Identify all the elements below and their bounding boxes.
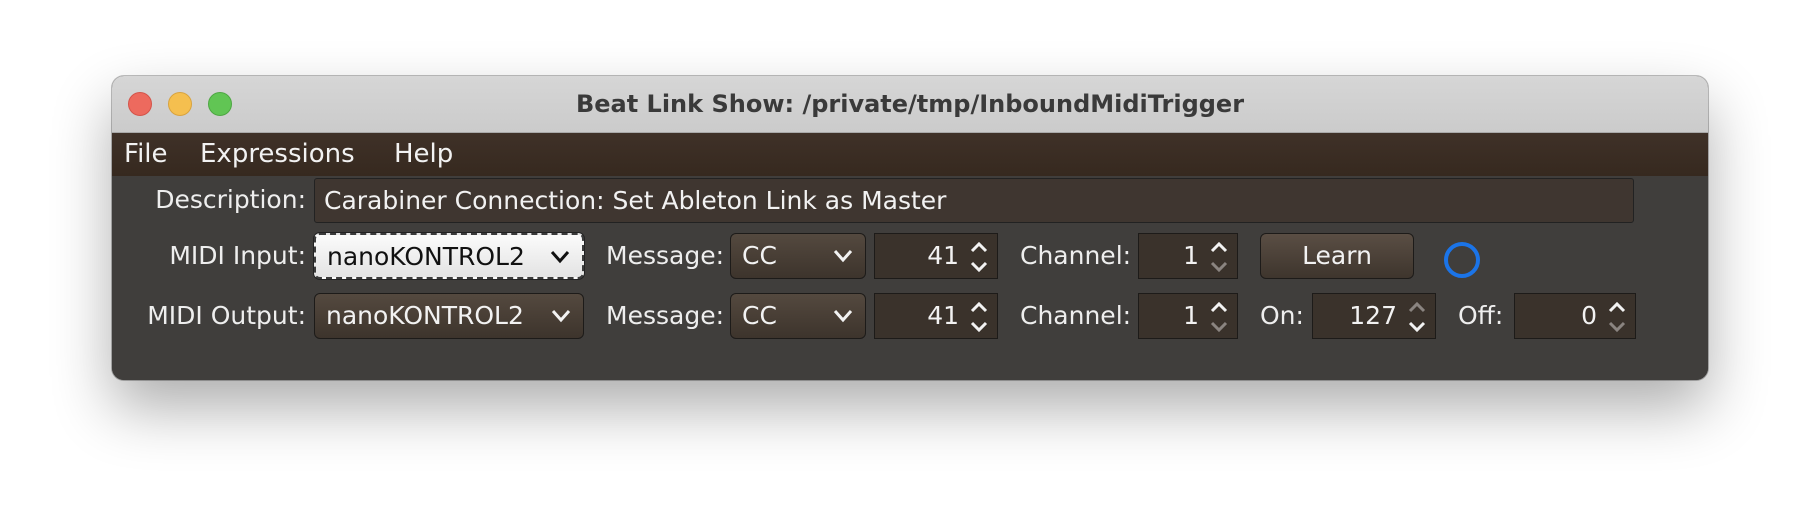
on-value: 127 xyxy=(1349,301,1397,330)
description-label: Description: xyxy=(155,185,306,214)
spinner-arrows-icon[interactable] xyxy=(967,238,991,276)
trigger-form: Description: Carabiner Connection: Set A… xyxy=(112,176,1708,380)
input-number-value: 41 xyxy=(927,241,959,270)
window-title: Beat Link Show: /private/tmp/InboundMidi… xyxy=(575,90,1245,118)
off-label: Off: xyxy=(1458,301,1504,330)
spinner-arrows-icon[interactable] xyxy=(1405,298,1429,336)
output-number-spinner[interactable]: 41 xyxy=(874,293,998,339)
spinner-arrows-icon[interactable] xyxy=(1605,298,1629,336)
menu-file[interactable]: File xyxy=(124,133,168,176)
status-indicator-icon xyxy=(1444,242,1480,278)
output-channel-spinner[interactable]: 1 xyxy=(1138,293,1238,339)
spinner-arrows-icon[interactable] xyxy=(1207,238,1231,276)
input-channel-spinner[interactable]: 1 xyxy=(1138,233,1238,279)
input-number-spinner[interactable]: 41 xyxy=(874,233,998,279)
chevron-down-icon xyxy=(550,251,570,264)
midi-input-select[interactable]: nanoKONTROL2 xyxy=(314,233,584,279)
input-channel-label: Channel: xyxy=(1020,241,1132,270)
midi-input-label: MIDI Input: xyxy=(169,241,306,270)
spinner-arrows-icon[interactable] xyxy=(1207,298,1231,336)
input-message-select[interactable]: CC xyxy=(730,233,866,279)
chevron-down-icon xyxy=(551,310,571,323)
chevron-down-icon xyxy=(833,250,853,263)
chevron-down-icon xyxy=(833,310,853,323)
output-message-select[interactable]: CC xyxy=(730,293,866,339)
input-message-label: Message: xyxy=(606,241,724,270)
output-number-value: 41 xyxy=(927,301,959,330)
output-message-label: Message: xyxy=(606,301,724,330)
midi-output-value: nanoKONTROL2 xyxy=(326,301,524,330)
input-message-value: CC xyxy=(742,241,777,270)
learn-button[interactable]: Learn xyxy=(1260,233,1414,279)
description-field[interactable]: Carabiner Connection: Set Ableton Link a… xyxy=(314,178,1634,223)
off-value: 0 xyxy=(1581,301,1597,330)
menu-expressions[interactable]: Expressions xyxy=(200,133,355,176)
midi-input-value: nanoKONTROL2 xyxy=(327,242,525,271)
midi-output-select[interactable]: nanoKONTROL2 xyxy=(314,293,584,339)
off-value-spinner[interactable]: 0 xyxy=(1514,293,1636,339)
input-channel-value: 1 xyxy=(1183,241,1199,270)
menu-bar: File Expressions Help xyxy=(112,133,1708,176)
output-message-value: CC xyxy=(742,301,777,330)
menu-help[interactable]: Help xyxy=(394,133,453,176)
app-window: Beat Link Show: /private/tmp/InboundMidi… xyxy=(112,76,1708,380)
on-value-spinner[interactable]: 127 xyxy=(1312,293,1436,339)
title-bar: Beat Link Show: /private/tmp/InboundMidi… xyxy=(112,76,1708,133)
on-label: On: xyxy=(1260,301,1304,330)
midi-output-label: MIDI Output: xyxy=(147,301,306,330)
output-channel-value: 1 xyxy=(1183,301,1199,330)
spinner-arrows-icon[interactable] xyxy=(967,298,991,336)
output-channel-label: Channel: xyxy=(1020,301,1132,330)
